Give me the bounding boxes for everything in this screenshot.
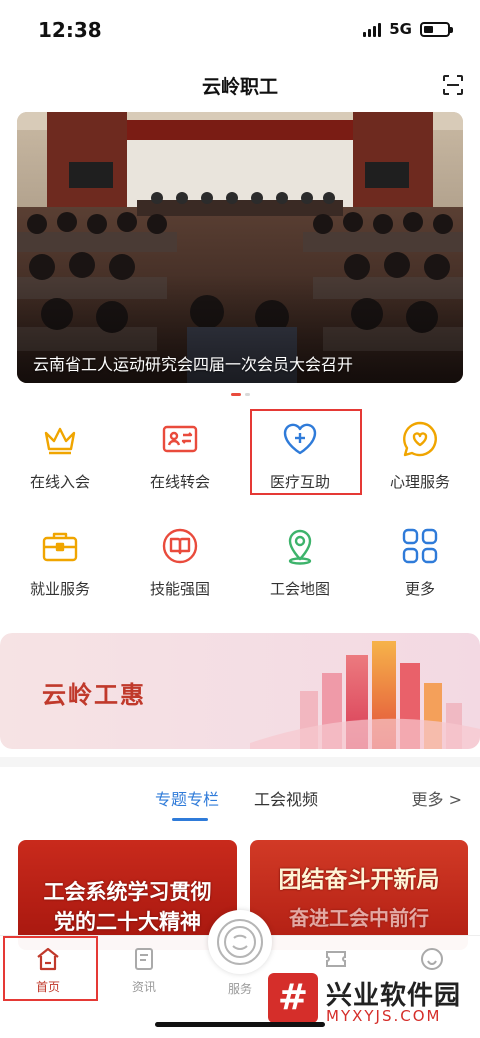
briefcase-icon <box>42 532 78 562</box>
id-card-transfer-icon <box>162 425 198 453</box>
network-type: 5G <box>389 20 412 38</box>
heart-bubble-icon <box>403 421 437 457</box>
status-time: 12:38 <box>38 18 102 42</box>
banner-photo <box>17 112 463 383</box>
service-label: 工会地图 <box>269 580 330 598</box>
service-union-map[interactable]: 工会地图 <box>240 512 360 612</box>
site-watermark: # 兴业软件园 MYXYJS.COM <box>268 973 476 1029</box>
service-employment[interactable]: 就业服务 <box>0 512 120 612</box>
service-label: 就业服务 <box>29 580 90 598</box>
annotation-highlight-box <box>3 936 98 1001</box>
card-line: 工会系统学习贯彻 <box>43 880 212 904</box>
watermark-logo: # <box>268 973 318 1023</box>
carousel-indicator <box>0 393 480 396</box>
tabbar-label: 服务 <box>227 982 252 996</box>
status-indicators: 5G <box>363 20 453 38</box>
card-line: 奋进工会中前行 <box>289 906 429 930</box>
app-header: 云岭职工 <box>0 58 480 112</box>
watermark-subtitle: MYXYJS.COM <box>326 1007 442 1025</box>
tabbar-item-news[interactable]: 资讯 <box>104 946 184 995</box>
book-icon <box>162 528 198 564</box>
tabbar-label: 资讯 <box>131 980 156 994</box>
battery-icon <box>420 21 453 37</box>
carousel-dot <box>244 393 250 396</box>
content-tabs: 专题专栏 工会视频 更多 > <box>0 770 480 825</box>
ticket-icon <box>326 951 346 967</box>
section-divider <box>0 757 480 767</box>
card-line: 团结奋斗开新局 <box>278 867 440 893</box>
carousel-dot-active <box>230 393 241 396</box>
service-label: 心理服务 <box>389 473 450 491</box>
service-icon <box>217 919 263 965</box>
tab-special-topics[interactable]: 专题专栏 <box>155 786 219 810</box>
signal-icon <box>363 21 382 37</box>
promo-title: 云岭工惠 <box>42 681 146 709</box>
page-title: 云岭职工 <box>201 76 278 98</box>
scan-icon[interactable] <box>442 74 464 96</box>
topic-card[interactable]: 团结奋斗开新局 奋进工会中前行 <box>250 840 468 950</box>
service-online-join[interactable]: 在线入会 <box>0 405 120 505</box>
grid-icon <box>402 528 438 564</box>
annotation-highlight-box <box>250 409 362 495</box>
service-center-button[interactable] <box>208 910 272 974</box>
crown-icon <box>44 427 76 455</box>
status-bar: 12:38 5G <box>0 0 480 58</box>
tab-active-underline <box>172 818 208 821</box>
promo-banner[interactable]: 云岭工惠 <box>0 633 480 749</box>
location-pin-icon <box>288 529 312 565</box>
service-label: 技能强国 <box>149 580 210 598</box>
service-label: 更多 <box>404 580 435 598</box>
service-online-transfer[interactable]: 在线转会 <box>120 405 240 505</box>
banner-caption: 云南省工人运动研究会四届一次会员大会召开 <box>33 355 354 374</box>
tab-union-videos[interactable]: 工会视频 <box>254 786 318 810</box>
service-psych[interactable]: 心理服务 <box>360 405 480 505</box>
service-label: 在线转会 <box>149 473 210 491</box>
more-link[interactable]: 更多 > <box>412 786 463 810</box>
service-skills[interactable]: 技能强国 <box>120 512 240 612</box>
home-indicator <box>155 1022 325 1027</box>
profile-icon <box>421 948 443 970</box>
service-more[interactable]: 更多 <box>360 512 480 612</box>
news-icon <box>135 948 153 970</box>
topic-card[interactable]: 工会系统学习贯彻 党的二十大精神 <box>18 840 237 950</box>
card-line: 党的二十大精神 <box>54 910 201 934</box>
service-label: 在线入会 <box>29 473 90 491</box>
news-banner[interactable]: 云南省工人运动研究会四届一次会员大会召开 <box>17 112 463 383</box>
